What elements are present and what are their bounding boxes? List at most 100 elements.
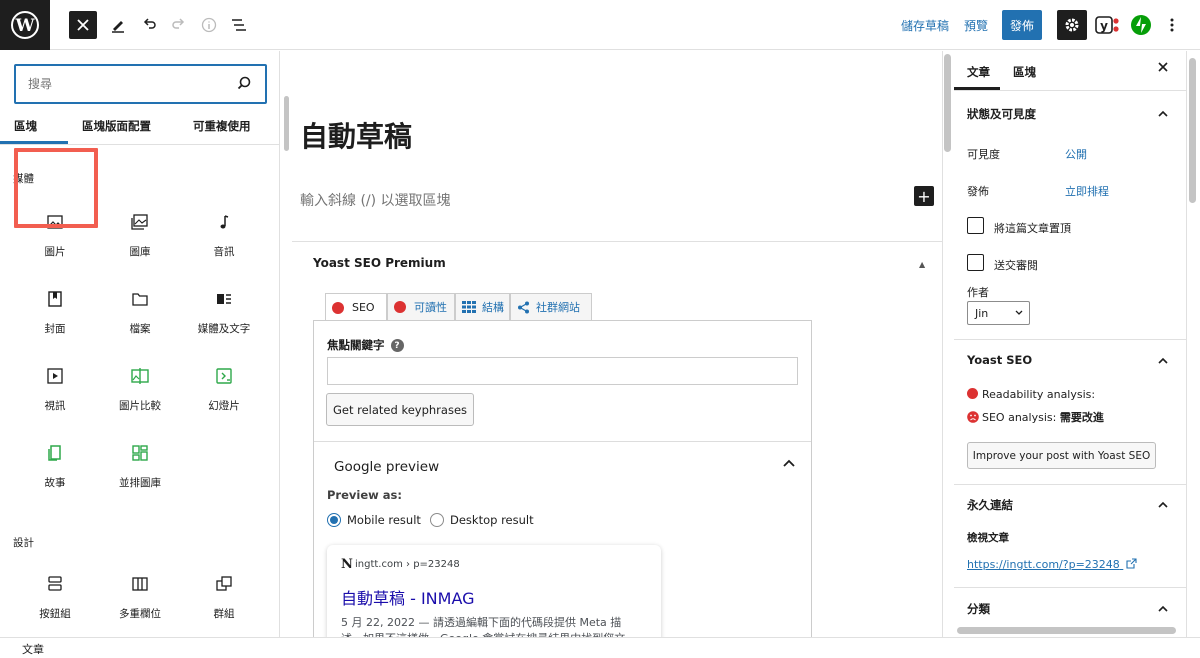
undo-icon[interactable] — [135, 11, 163, 39]
serp-description: 5 月 22, 2022 — 請透過編輯下面的代碼段提供 Meta 描述。如果不… — [341, 616, 625, 637]
block-tiled-gallery[interactable]: 並排圖庫 — [99, 434, 181, 506]
tab-social[interactable]: 社群網站 — [510, 293, 592, 320]
yoast-seo-section-title[interactable]: Yoast SEO — [967, 353, 1032, 367]
block-story[interactable]: 故事 — [14, 434, 96, 506]
mobile-result-radio[interactable]: Mobile result — [327, 513, 421, 527]
block-label: 幻燈片 — [208, 400, 240, 412]
edit-tools-icon[interactable] — [104, 11, 132, 39]
yoast-metabox: Yoast SEO Premium ▲ SEO 可讀性 結構 社群網站 焦點關鍵 — [292, 241, 942, 637]
serp-title[interactable]: 自動草稿 - INMAG — [341, 585, 475, 609]
google-preview-title[interactable]: Google preview — [334, 459, 439, 475]
sticky-label: 將這篇文章置頂 — [994, 222, 1071, 235]
jetpack-icon[interactable] — [1127, 11, 1155, 39]
seo-status: 需要改進 — [1059, 411, 1104, 424]
divider — [0, 144, 279, 145]
block-buttons[interactable]: 按鈕組 — [14, 565, 96, 637]
permalink-section-title[interactable]: 永久連結 — [967, 497, 1013, 513]
chevron-up-icon[interactable] — [1157, 354, 1169, 368]
caret-up-icon[interactable]: ▲ — [919, 260, 925, 269]
tab-label: 可讀性 — [414, 301, 447, 314]
save-draft-button[interactable]: 儲存草稿 — [901, 17, 949, 34]
radio-selected-icon — [327, 513, 341, 527]
pending-review-checkbox[interactable] — [967, 254, 984, 271]
tab-schema[interactable]: 結構 — [455, 293, 510, 320]
categories-section-title[interactable]: 分類 — [967, 601, 990, 617]
tiled-gallery-icon — [99, 444, 181, 464]
buttons-icon — [14, 575, 96, 595]
wordpress-logo-icon[interactable]: W — [0, 0, 50, 50]
permalink-url: https://ingtt.com/?p=23248 — [967, 558, 1120, 571]
chevron-up-icon[interactable] — [782, 457, 796, 471]
block-columns[interactable]: 多重欄位 — [99, 565, 181, 637]
block-label: 圖片 — [44, 246, 66, 258]
block-gallery[interactable]: 圖庫 — [99, 203, 181, 275]
visibility-value-link[interactable]: 公開 — [1065, 146, 1087, 162]
seo-analysis-text: SEO analysis: — [982, 411, 1060, 424]
close-icon[interactable] — [1157, 61, 1169, 76]
settings-gear-icon[interactable] — [1057, 10, 1087, 40]
block-group[interactable]: 群組 — [183, 565, 265, 637]
block-slideshow[interactable]: 幻燈片 — [183, 357, 265, 429]
chevron-up-icon[interactable] — [1157, 107, 1169, 121]
publish-schedule-link[interactable]: 立即排程 — [1065, 183, 1109, 199]
share-icon — [517, 301, 530, 314]
block-file[interactable]: 檔案 — [99, 280, 181, 352]
divider — [954, 587, 1186, 588]
yoast-icon[interactable]: y — [1093, 11, 1121, 39]
block-placeholder[interactable]: 輸入斜線 (/) 以選取區塊 — [300, 190, 451, 210]
block-audio[interactable]: 音訊 — [183, 203, 265, 275]
more-options-icon[interactable] — [1158, 11, 1186, 39]
chevron-up-icon[interactable] — [1157, 602, 1169, 616]
tab-reusable[interactable]: 可重複使用 — [193, 118, 251, 134]
tab-block[interactable]: 區塊 — [1013, 64, 1036, 80]
block-search-box — [14, 64, 267, 104]
chevron-up-icon[interactable] — [1157, 498, 1169, 512]
author-label: 作者 — [967, 286, 989, 299]
block-inserter-panel: 區塊 區塊版面配置 可重複使用 媒體 圖片 圖庫 音訊 封面 檔案 媒體及文字 … — [0, 51, 280, 637]
tab-blocks[interactable]: 區塊 — [14, 118, 37, 134]
post-title[interactable]: 自動草稿 — [300, 115, 412, 155]
editor-scrollbar[interactable] — [944, 54, 951, 152]
list-view-icon[interactable] — [225, 11, 253, 39]
info-icon[interactable] — [195, 11, 223, 39]
block-search-input[interactable] — [16, 66, 216, 102]
add-block-button[interactable]: + — [914, 186, 934, 206]
redo-icon[interactable] — [165, 11, 193, 39]
permalink-link[interactable]: https://ingtt.com/?p=23248 — [967, 558, 1137, 571]
block-image-compare[interactable]: 圖片比較 — [99, 357, 181, 429]
status-visibility-title[interactable]: 狀態及可見度 — [967, 106, 1036, 122]
close-inserter-button[interactable] — [69, 11, 97, 39]
external-link-icon — [1126, 558, 1137, 569]
sidebar-scrollbar[interactable] — [1189, 58, 1196, 203]
yoast-panel-title[interactable]: Yoast SEO Premium — [313, 256, 446, 270]
tab-post[interactable]: 文章 — [967, 64, 990, 80]
search-icon[interactable] — [237, 76, 251, 93]
block-cover[interactable]: 封面 — [14, 280, 96, 352]
serp-site-url: ingtt.com › p=23248 — [355, 559, 460, 570]
sidebar-horizontal-scrollbar[interactable] — [957, 627, 1176, 634]
focus-keyphrase-input[interactable] — [327, 357, 798, 385]
publish-button[interactable]: 發佈 — [1002, 10, 1042, 40]
focus-keyphrase-label: 焦點關鍵字? — [327, 337, 404, 353]
radio-label: Desktop result — [450, 513, 534, 527]
desktop-result-radio[interactable]: Desktop result — [430, 513, 534, 527]
tab-seo[interactable]: SEO — [325, 293, 387, 321]
author-select[interactable]: Jin — [967, 301, 1030, 325]
help-icon[interactable]: ? — [390, 339, 404, 352]
block-video[interactable]: 視訊 — [14, 357, 96, 429]
block-label: 音訊 — [213, 246, 235, 258]
block-label: 檔案 — [129, 323, 151, 335]
improve-yoast-button[interactable]: Improve your post with Yoast SEO — [967, 442, 1156, 469]
divider — [954, 339, 1186, 340]
inserter-scrollbar[interactable] — [284, 96, 289, 151]
breadcrumb[interactable]: 文章 — [22, 641, 44, 657]
sticky-checkbox[interactable] — [967, 217, 984, 234]
related-keyphrases-button[interactable]: Get related keyphrases — [326, 393, 474, 426]
category-design-label: 設計 — [13, 537, 34, 549]
block-media-text[interactable]: 媒體及文字 — [183, 280, 265, 352]
cover-icon — [14, 290, 96, 310]
tab-readability[interactable]: 可讀性 — [387, 293, 455, 320]
divider — [314, 441, 811, 442]
tab-patterns[interactable]: 區塊版面配置 — [82, 118, 151, 134]
preview-button[interactable]: 預覽 — [964, 17, 988, 34]
